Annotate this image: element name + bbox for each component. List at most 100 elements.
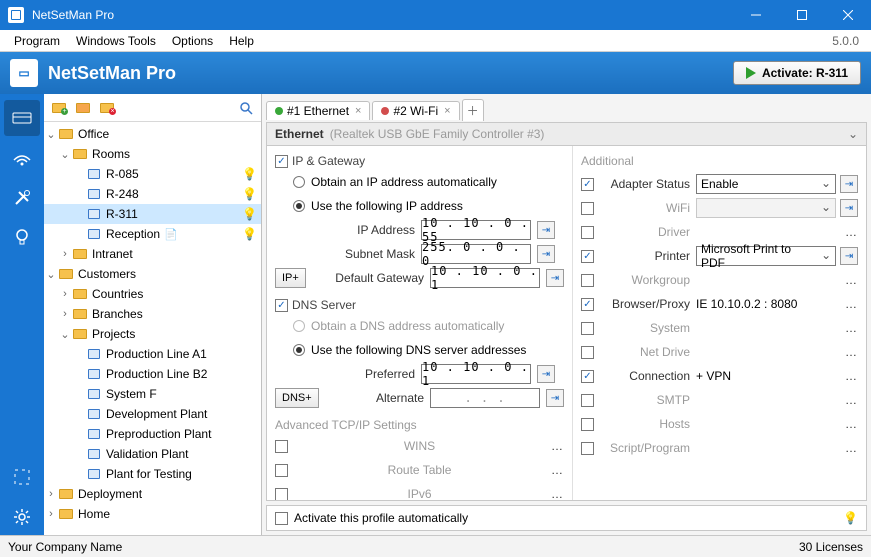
tree-label: Validation Plant — [106, 447, 189, 461]
maximize-button[interactable] — [779, 0, 825, 30]
sidebar-settings[interactable] — [4, 499, 40, 535]
additional-more-button[interactable]: … — [845, 225, 858, 239]
dns-alt-expand-button[interactable]: ⇥ — [546, 389, 564, 407]
additional-expand-button[interactable]: ⇥ — [840, 247, 858, 265]
additional-checkbox[interactable] — [581, 418, 594, 431]
additional-more-button[interactable]: … — [845, 273, 858, 287]
add-folder-button[interactable]: + — [48, 97, 70, 119]
ip-gateway-checkbox[interactable] — [275, 155, 288, 168]
adapter-selector[interactable]: Ethernet (Realtek USB GbE Family Control… — [266, 122, 867, 146]
tree-item[interactable]: R-311💡 — [44, 204, 261, 224]
dns-obtain-radio[interactable] — [293, 320, 305, 332]
profile-tree[interactable]: ⌄Office⌄RoomsR-085💡R-248💡R-311💡Reception… — [44, 122, 261, 535]
additional-checkbox[interactable] — [581, 178, 594, 191]
additional-checkbox[interactable] — [581, 442, 594, 455]
tree-item[interactable]: Development Plant — [44, 404, 261, 424]
tree-item[interactable]: R-085💡 — [44, 164, 261, 184]
add-tab-button[interactable]: ＋ — [462, 99, 484, 121]
sidebar-tools[interactable] — [4, 180, 40, 216]
tree-folder[interactable]: ⌄Office — [44, 124, 261, 144]
additional-checkbox[interactable] — [581, 298, 594, 311]
close-button[interactable] — [825, 0, 871, 30]
tree-item[interactable]: Reception📄💡 — [44, 224, 261, 244]
subnet-expand-button[interactable]: ⇥ — [537, 245, 555, 263]
tree-folder[interactable]: ›Branches — [44, 304, 261, 324]
ip-use-radio[interactable] — [293, 200, 305, 212]
sidebar-ideas[interactable] — [4, 220, 40, 256]
bulb-icon[interactable]: 💡 — [843, 511, 858, 525]
tab-ethernet[interactable]: #1 Ethernet× — [266, 101, 370, 120]
gw-expand-button[interactable]: ⇥ — [546, 269, 564, 287]
dns-pref-expand-button[interactable]: ⇥ — [537, 365, 555, 383]
additional-checkbox[interactable] — [581, 322, 594, 335]
sidebar-fullscreen[interactable] — [4, 459, 40, 495]
additional-checkbox[interactable] — [581, 226, 594, 239]
menu-help[interactable]: Help — [221, 32, 262, 50]
dns-checkbox[interactable] — [275, 299, 288, 312]
ip-expand-button[interactable]: ⇥ — [537, 221, 555, 239]
sidebar-profiles[interactable] — [4, 100, 40, 136]
wins-more-button[interactable]: … — [551, 439, 564, 453]
tree-folder[interactable]: ⌄Customers — [44, 264, 261, 284]
dns-preferred-input[interactable]: 10 . 10 . 0 . 1 — [421, 364, 531, 384]
additional-checkbox[interactable] — [581, 202, 594, 215]
delete-button[interactable]: × — [96, 97, 118, 119]
ip-obtain-radio[interactable] — [293, 176, 305, 188]
ipv6-checkbox[interactable] — [275, 488, 288, 501]
activate-button[interactable]: Activate: R-311 — [733, 61, 861, 85]
tree-folder[interactable]: ›Home — [44, 504, 261, 524]
search-button[interactable] — [235, 97, 257, 119]
menu-options[interactable]: Options — [164, 32, 221, 50]
additional-more-button[interactable]: … — [845, 345, 858, 359]
add-item-button[interactable] — [72, 97, 94, 119]
sidebar-wifi[interactable] — [4, 140, 40, 176]
auto-activate-checkbox[interactable] — [275, 512, 288, 525]
additional-more-button[interactable]: … — [845, 369, 858, 383]
additional-more-button[interactable]: … — [845, 417, 858, 431]
additional-select[interactable]: Microsoft Print to PDF — [696, 246, 836, 266]
dns-alternate-input[interactable]: . . . — [430, 388, 540, 408]
additional-checkbox[interactable] — [581, 346, 594, 359]
minimize-button[interactable] — [733, 0, 779, 30]
additional-select — [696, 198, 836, 218]
tree-item[interactable]: Preproduction Plant — [44, 424, 261, 444]
additional-checkbox[interactable] — [581, 394, 594, 407]
menu-program[interactable]: Program — [6, 32, 68, 50]
additional-expand-button[interactable]: ⇥ — [840, 199, 858, 217]
tree-item[interactable]: Plant for Testing — [44, 464, 261, 484]
subnet-input[interactable]: 255. 0 . 0 . 0 — [421, 244, 531, 264]
additional-checkbox[interactable] — [581, 250, 594, 263]
ip-plus-button[interactable]: IP+ — [275, 268, 306, 288]
route-more-button[interactable]: … — [551, 463, 564, 477]
tree-item[interactable]: Production Line B2 — [44, 364, 261, 384]
additional-more-button[interactable]: … — [845, 441, 858, 455]
wins-checkbox[interactable] — [275, 440, 288, 453]
tree-item[interactable]: Production Line A1 — [44, 344, 261, 364]
ip-address-input[interactable]: 10 . 10 . 0 . 55 — [421, 220, 531, 240]
tree-folder[interactable]: ⌄Projects — [44, 324, 261, 344]
tree-folder[interactable]: ›Intranet — [44, 244, 261, 264]
close-icon[interactable]: × — [355, 105, 361, 117]
tree-folder[interactable]: ›Countries — [44, 284, 261, 304]
tree-item[interactable]: Validation Plant — [44, 444, 261, 464]
additional-expand-button[interactable]: ⇥ — [840, 175, 858, 193]
menu-windows-tools[interactable]: Windows Tools — [68, 32, 164, 50]
dns-plus-button[interactable]: DNS+ — [275, 388, 319, 408]
gateway-input[interactable]: 10 . 10 . 0 . 1 — [430, 268, 540, 288]
tree-folder[interactable]: ›Deployment — [44, 484, 261, 504]
ipv6-more-button[interactable]: … — [551, 487, 564, 501]
route-checkbox[interactable] — [275, 464, 288, 477]
tab-wifi[interactable]: #2 Wi-Fi× — [372, 101, 459, 120]
additional-checkbox[interactable] — [581, 370, 594, 383]
additional-more-button[interactable]: … — [845, 297, 858, 311]
additional-more-button[interactable]: … — [845, 321, 858, 335]
tree-item[interactable]: R-248💡 — [44, 184, 261, 204]
close-icon[interactable]: × — [444, 105, 450, 117]
dns-use-radio[interactable] — [293, 344, 305, 356]
additional-select[interactable]: Enable — [696, 174, 836, 194]
tree-item[interactable]: System F — [44, 384, 261, 404]
tree-folder[interactable]: ⌄Rooms — [44, 144, 261, 164]
additional-more-button[interactable]: … — [845, 393, 858, 407]
additional-checkbox[interactable] — [581, 274, 594, 287]
profile-icon — [86, 227, 102, 241]
